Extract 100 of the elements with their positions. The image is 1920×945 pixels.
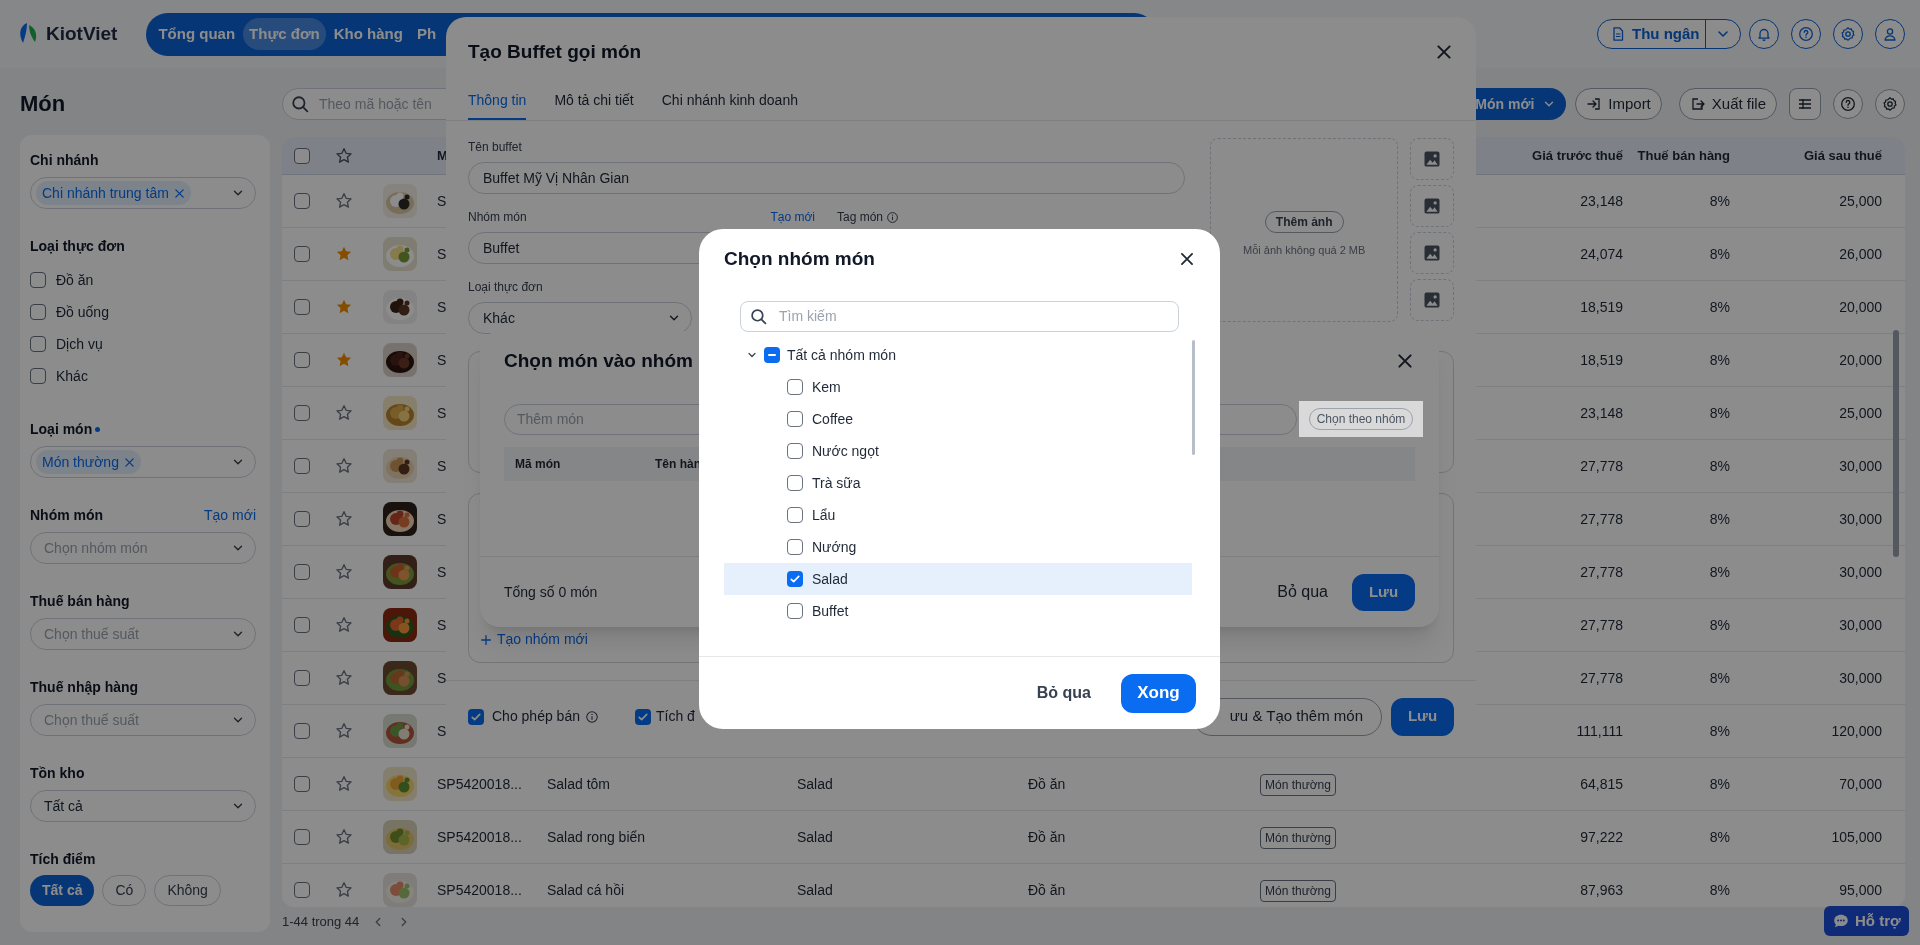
remove-icon[interactable] [122,455,136,469]
star-icon[interactable] [335,245,353,263]
checkbox[interactable] [787,571,803,587]
save-button[interactable]: Lưu [1391,697,1454,736]
tab[interactable]: Thông tin [468,87,527,120]
star-icon[interactable] [335,404,353,422]
filter-pill[interactable]: Có [102,875,147,906]
tree-row[interactable]: Nướng [724,531,1192,563]
tree-row[interactable]: Salad [724,563,1192,595]
tree-row[interactable]: Tất cả nhóm món [724,339,1192,371]
settings-button[interactable] [1833,19,1863,49]
bell-button[interactable] [1749,19,1779,49]
nav-tab[interactable]: Tổng quan [152,18,242,50]
checkbox[interactable] [294,776,310,792]
checkbox[interactable] [294,617,310,633]
tree-row[interactable]: Kem [724,371,1192,403]
table-cell: S [437,723,447,739]
star-icon[interactable] [335,351,353,369]
cancel-button[interactable]: Bỏ qua [1036,681,1091,705]
image-slot[interactable] [1410,279,1454,321]
image-slot[interactable] [1410,185,1454,227]
checkbox[interactable] [294,670,310,686]
checkbox[interactable] [294,882,310,898]
checkbox[interactable] [294,147,310,164]
star-icon[interactable] [335,881,353,899]
table-cell-text: 18,519 [1580,297,1623,317]
image-slot[interactable] [1410,232,1454,274]
scrollbar[interactable] [1192,340,1195,455]
star-icon[interactable] [335,192,353,210]
user-button[interactable] [1875,19,1905,49]
tree-row[interactable]: Buffet [724,595,1192,627]
columns-button[interactable] [1789,88,1821,120]
checkbox[interactable] [787,411,803,427]
help-button[interactable] [1833,89,1863,119]
star-icon[interactable] [335,775,353,793]
checkbox[interactable] [787,379,803,395]
checkbox[interactable] [294,564,310,580]
checkbox[interactable] [294,458,310,474]
checkbox[interactable] [634,708,651,725]
nav-tab[interactable]: Kho hàng [327,18,409,50]
star-icon[interactable] [335,669,353,687]
checkbox[interactable] [787,603,803,619]
import-button[interactable]: Import [1575,88,1662,120]
table-cell-text: 30,000 [1839,615,1882,635]
remove-icon[interactable] [172,186,186,200]
checkbox[interactable] [294,511,310,527]
settings-button[interactable] [1875,89,1905,119]
checkbox[interactable] [30,368,46,384]
image-slot[interactable] [1410,138,1454,180]
help-button[interactable] [1791,19,1821,49]
nav-tab[interactable]: Ph [410,18,443,50]
checkbox[interactable] [787,539,803,555]
checkbox[interactable] [468,708,484,725]
checkbox[interactable] [30,336,46,352]
cashier-button[interactable]: Thu ngân [1597,19,1741,49]
option-label: Dịch vụ [56,334,103,354]
export-button[interactable]: Xuất file [1678,88,1777,120]
star-icon[interactable] [335,510,353,528]
checkbox[interactable] [30,304,46,320]
select-field[interactable]: Món thường [30,446,256,478]
star-icon[interactable] [335,828,353,846]
tree-row[interactable]: Coffee [724,403,1192,435]
tree-row[interactable]: Nước ngọt [724,435,1192,467]
star-icon[interactable] [335,616,353,634]
select-field[interactable]: Tất cả [30,790,256,822]
support-button[interactable]: Hỗ trợ [1824,906,1909,936]
checkbox[interactable] [764,347,780,363]
search-field[interactable]: Tìm kiếm [740,301,1179,332]
tree-row[interactable]: Trà sữa [724,467,1192,499]
import-icon [1586,96,1603,112]
save-button[interactable]: Lưu [1352,573,1415,611]
star-icon[interactable] [335,722,353,740]
checkbox[interactable] [787,475,803,491]
table-cell-text: 120,000 [1831,721,1882,741]
create-link[interactable]: Tạo mới [770,208,815,226]
checkbox[interactable] [787,507,803,523]
checkbox[interactable] [30,272,46,288]
star-icon[interactable] [335,146,353,165]
checkbox[interactable] [294,246,310,262]
checkbox[interactable] [294,352,310,368]
cancel-button[interactable]: Bỏ qua [1277,580,1328,604]
done-button[interactable]: Xong [1121,673,1196,713]
filter-pill[interactable]: Tất cả [30,875,95,906]
tree-row[interactable]: Lẩu [724,499,1192,531]
filter-pill[interactable]: Không [154,875,221,906]
tab[interactable]: Mô tả chi tiết [554,87,634,120]
close-icon[interactable] [1178,250,1196,268]
create-link[interactable]: Tạo mới [204,504,256,526]
checkbox[interactable] [294,829,310,845]
select-field[interactable]: Chi nhánh trung tâm [30,177,256,209]
checkbox[interactable] [294,405,310,421]
star-icon[interactable] [335,563,353,581]
star-icon[interactable] [335,457,353,475]
scrollbar[interactable] [1893,330,1899,557]
star-icon[interactable] [335,298,353,316]
tab[interactable]: Chi nhánh kinh doanh [661,87,798,120]
checkbox[interactable] [294,723,310,739]
checkbox[interactable] [294,193,310,209]
checkbox[interactable] [294,299,310,315]
checkbox[interactable] [787,443,803,459]
